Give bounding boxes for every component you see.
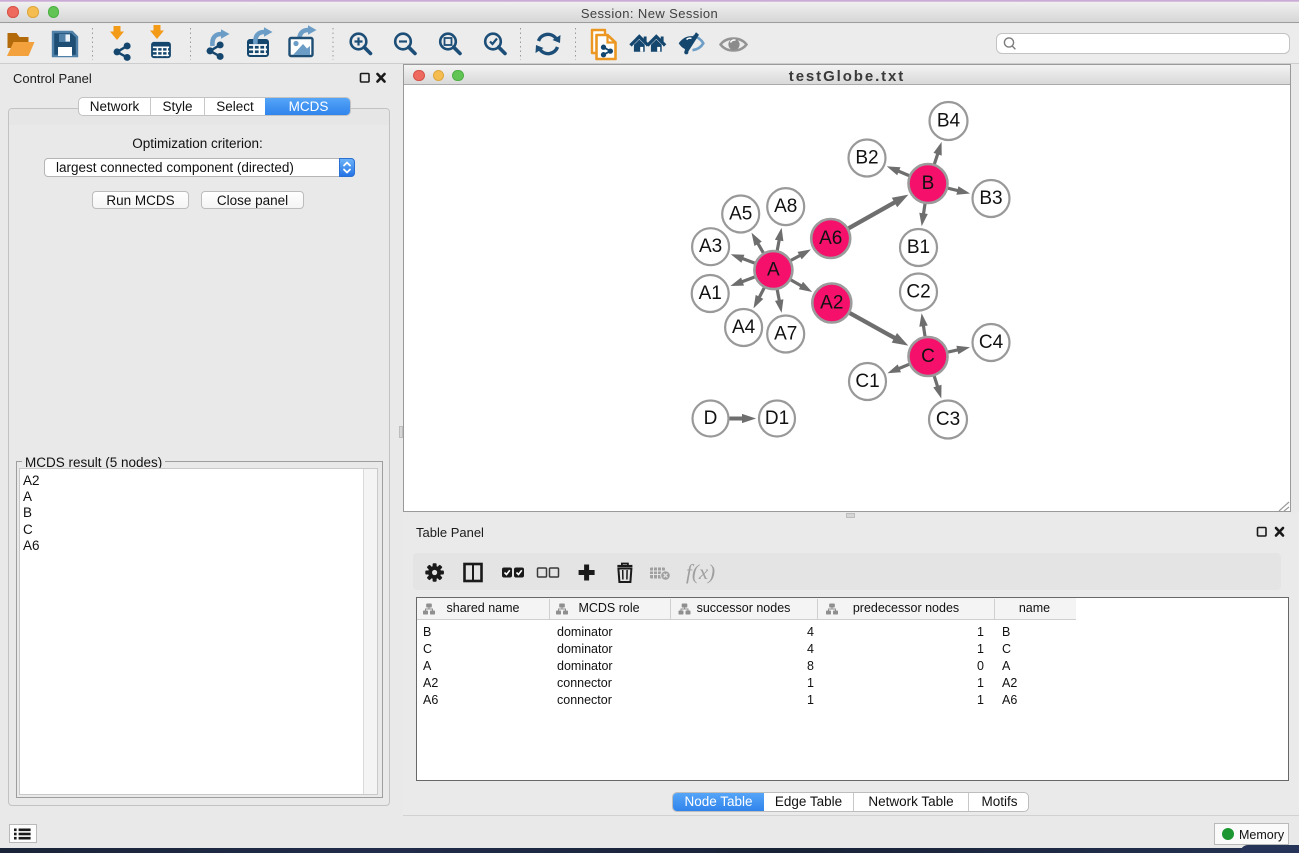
svg-text:B3: B3 — [979, 188, 1002, 209]
svg-text:A4: A4 — [732, 317, 756, 338]
svg-text:D: D — [704, 408, 718, 429]
svg-text:A6: A6 — [819, 228, 842, 249]
svg-text:A1: A1 — [699, 283, 722, 304]
svg-text:C2: C2 — [906, 282, 930, 303]
svg-text:f(x): f(x) — [686, 560, 715, 584]
svg-text:B: B — [922, 173, 935, 194]
svg-text:C3: C3 — [936, 409, 960, 430]
svg-text:B4: B4 — [937, 111, 961, 132]
svg-text:A8: A8 — [774, 196, 797, 217]
svg-text:D1: D1 — [765, 408, 789, 429]
svg-text:A2: A2 — [820, 293, 843, 314]
svg-text:C4: C4 — [979, 332, 1004, 353]
svg-text:A5: A5 — [729, 204, 752, 225]
svg-text:B1: B1 — [907, 237, 930, 258]
svg-text:B2: B2 — [855, 148, 878, 169]
svg-text:A: A — [767, 260, 780, 281]
svg-text:C1: C1 — [855, 371, 879, 392]
svg-text:A3: A3 — [699, 236, 722, 257]
svg-text:A7: A7 — [774, 324, 797, 345]
svg-text:C: C — [921, 346, 935, 367]
